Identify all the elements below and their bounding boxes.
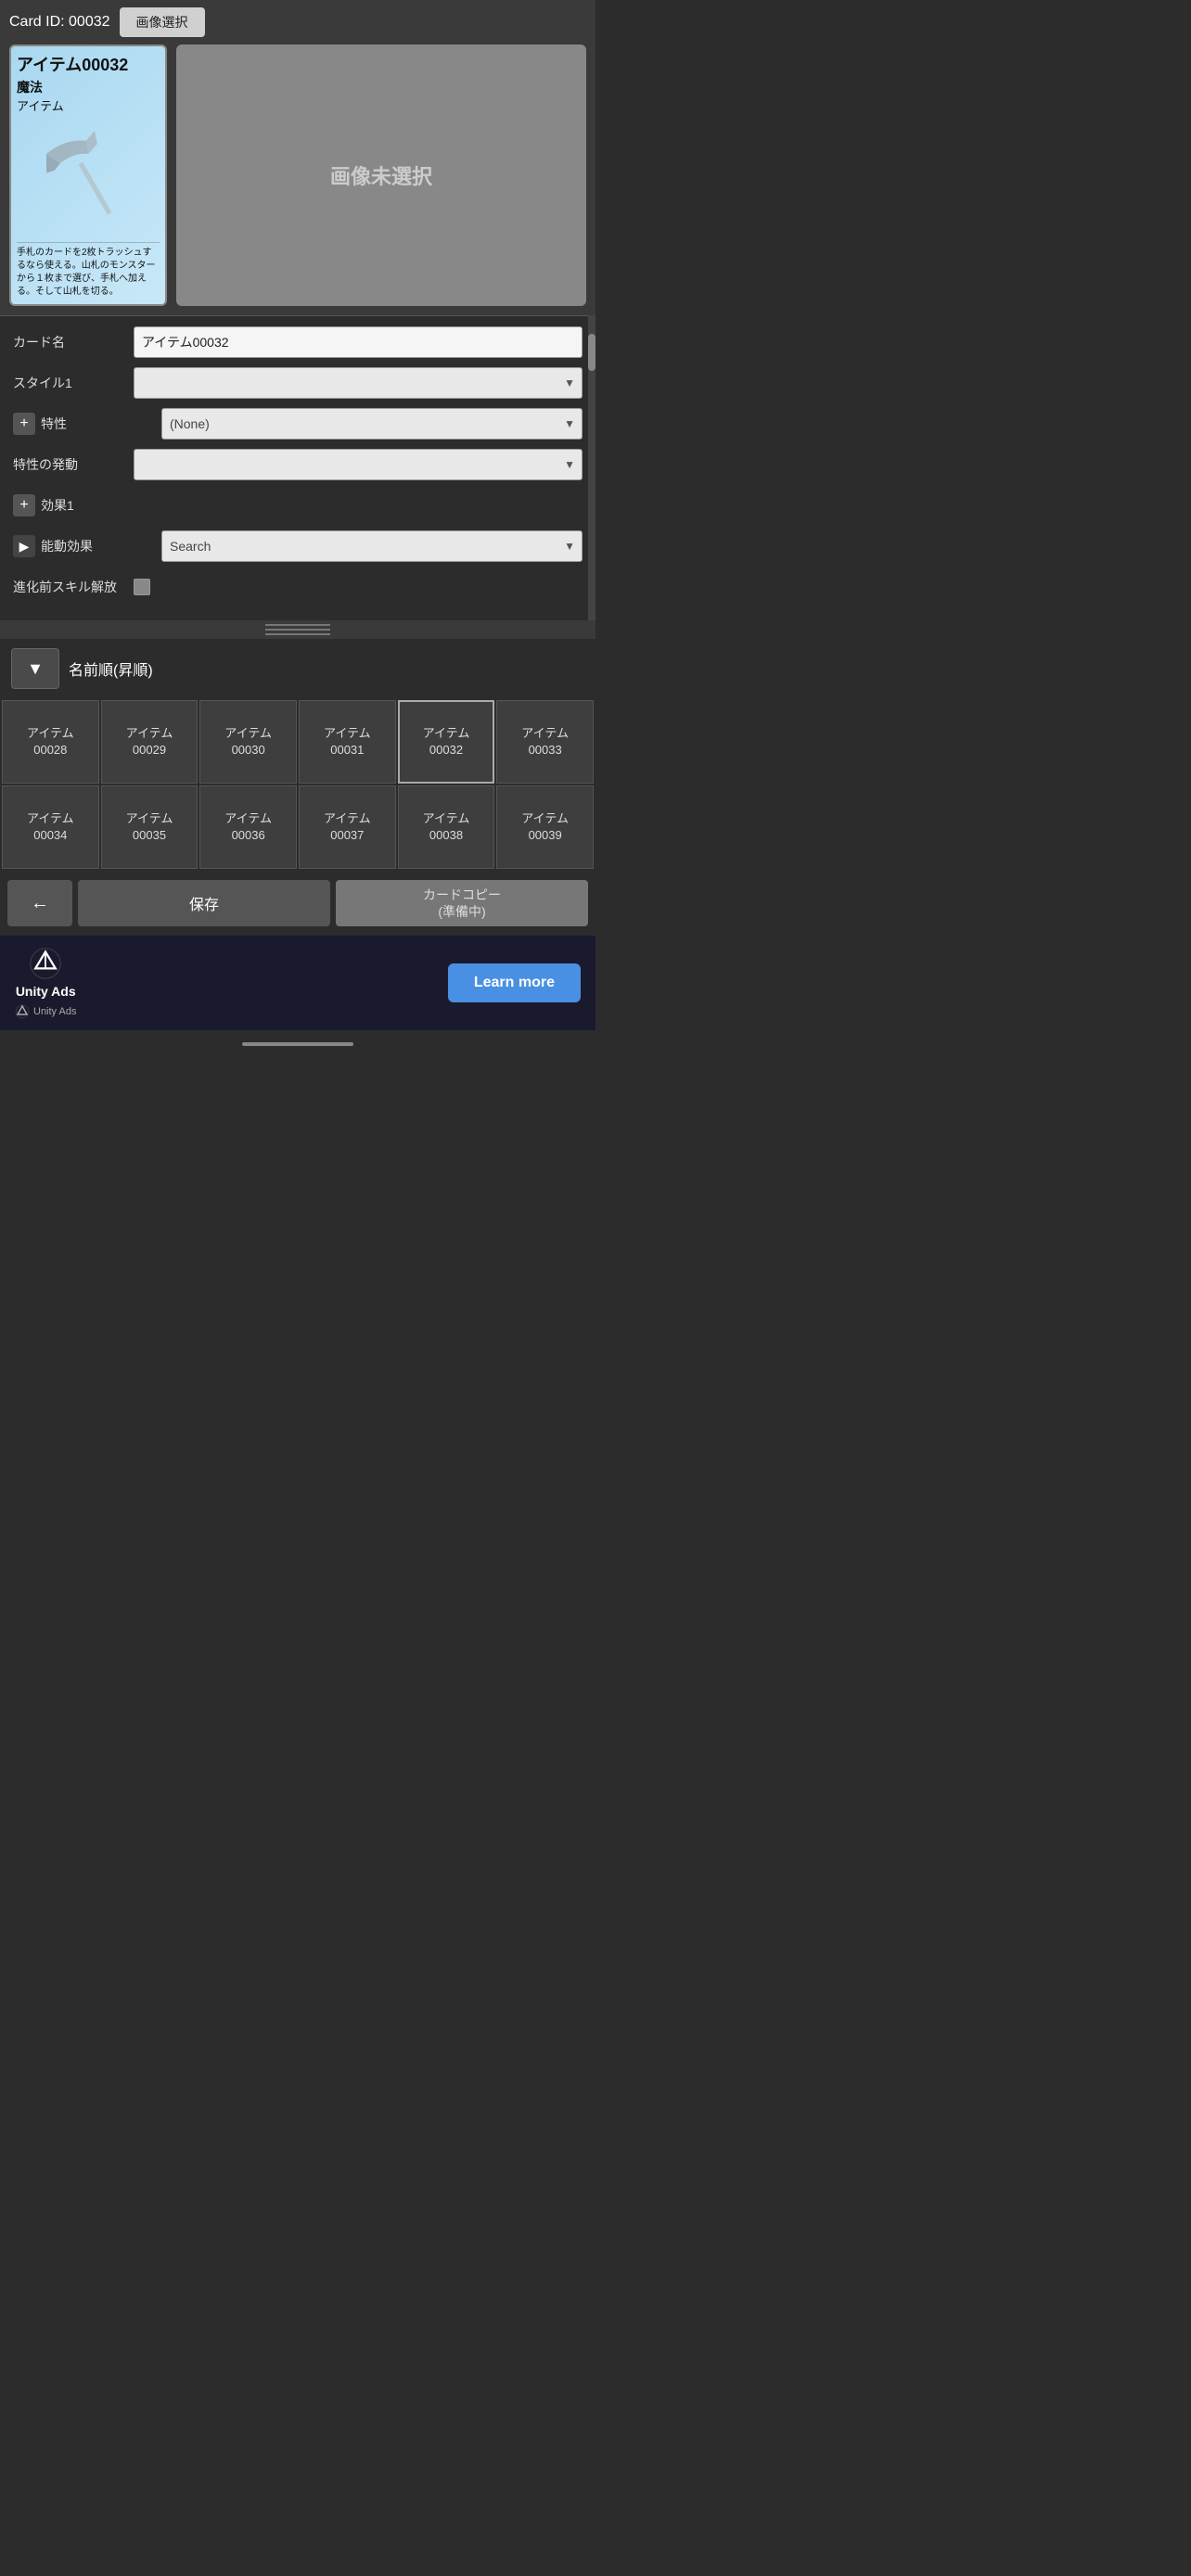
list-item[interactable]: アイテム00039 [496,785,594,869]
form-section-wrapper: カード名 スタイル1 ▼ + 特性 (None) ▼ [0,315,596,620]
form-row-active-effect: ▶ 能動効果 Search ▼ [13,529,583,563]
style1-label: スタイル1 [13,374,134,392]
card-name-label: カード名 [13,333,134,351]
list-item[interactable]: アイテム00035 [101,785,198,869]
card-id-row: Card ID: 00032 画像選択 [9,7,586,37]
form-section: カード名 スタイル1 ▼ + 特性 (None) ▼ [0,315,596,620]
evolution-checkbox-area [134,579,583,595]
bottom-buttons: ← 保存 カードコピー(準備中) [0,871,596,936]
active-effect-select-wrapper: Search ▼ [161,530,583,562]
card-copy-button[interactable]: カードコピー(準備中) [336,880,588,926]
form-row-effect1: + 効果1 [13,489,583,522]
learn-more-button[interactable]: Learn more [448,963,581,1002]
divider-line-3 [265,633,330,635]
list-item[interactable]: アイテム00028 [2,700,99,784]
trait-trigger-select[interactable] [134,449,583,480]
form-scrollbar[interactable] [588,315,596,620]
unity-logo-icon [29,947,62,980]
list-item[interactable]: アイテム00031 [299,700,396,784]
form-row-evolution: 進化前スキル解放 [13,570,583,604]
scrollbar-thumb [588,334,596,371]
unity-ads-small-text: Unity Ads [33,1006,76,1017]
trait-select-wrapper: (None) ▼ [161,408,583,440]
evolution-label: 進化前スキル解放 [13,578,134,596]
list-item[interactable]: アイテム00038 [398,785,495,869]
back-arrow-icon: ← [31,893,49,914]
style1-select-wrapper: ▼ [134,367,583,399]
trait-trigger-select-wrapper: ▼ [134,449,583,480]
trait-label: 特性 [41,414,161,433]
card-id-label: Card ID: 00032 [9,14,110,31]
save-button[interactable]: 保存 [78,880,330,926]
effect1-label: 効果1 [41,496,161,515]
no-image-text: 画像未選択 [330,160,432,190]
form-row-card-name: カード名 [13,325,583,359]
sort-label: 名前順(昇順) [69,657,153,680]
card-grid: アイテム00028 アイテム00029 アイテム00030 アイテム00031 … [0,698,596,871]
active-effect-play-button[interactable]: ▶ [13,535,35,557]
trait-select[interactable]: (None) [161,408,583,440]
trait-trigger-label: 特性の発動 [13,455,134,474]
evolution-checkbox[interactable] [134,579,150,595]
list-item[interactable]: アイテム00034 [2,785,99,869]
back-button[interactable]: ← [7,880,72,926]
form-row-trait: + 特性 (None) ▼ [13,407,583,440]
card-title: アイテム00032 [17,52,160,76]
list-item[interactable]: アイテム00037 [299,785,396,869]
effect1-add-button[interactable]: + [13,494,35,516]
card-preview-right: 画像未選択 [176,45,586,306]
form-row-style1: スタイル1 ▼ [13,366,583,400]
trait-add-button[interactable]: + [13,413,35,435]
divider-lines [265,624,330,635]
ads-banner: Unity Ads Unity Ads Learn more [0,936,596,1030]
pickaxe-icon [46,127,130,229]
unity-small-icon [15,1004,30,1019]
card-subtype: アイテム [17,96,160,114]
home-bar [242,1042,353,1046]
card-image-area [17,118,160,238]
style1-select[interactable] [134,367,583,399]
form-row-trait-trigger: 特性の発動 ▼ [13,448,583,481]
card-previews: アイテム00032 魔法 アイテム 手札のカードを2枚トラッシュするなら使える。… [9,45,586,306]
card-preview-left: アイテム00032 魔法 アイテム 手札のカードを2枚トラッシュするなら使える。… [9,45,167,306]
card-description: 手札のカードを2枚トラッシュするなら使える。山札のモンスターから１枚まで選び、手… [17,242,160,299]
card-copy-label: カードコピー(準備中) [423,887,501,919]
divider-line-2 [265,629,330,631]
sort-row: ▼ 名前順(昇順) [0,639,596,698]
list-item[interactable]: アイテム00036 [199,785,297,869]
home-indicator [0,1030,596,1058]
sort-dropdown-button[interactable]: ▼ [11,648,59,689]
unity-logo-area: Unity Ads Unity Ads [15,947,76,1019]
image-select-button[interactable]: 画像選択 [120,7,205,37]
top-section: Card ID: 00032 画像選択 アイテム00032 魔法 アイテム [0,0,596,315]
list-item[interactable]: アイテム00032 [398,700,495,784]
unity-ads-label: Unity Ads [16,984,76,999]
card-type: 魔法 [17,78,160,96]
active-effect-select[interactable]: Search [161,530,583,562]
divider-bar [0,620,596,639]
divider-line-1 [265,624,330,626]
sort-dropdown-arrow-icon: ▼ [27,659,44,679]
active-effect-label: 能動効果 [41,537,161,555]
list-item[interactable]: アイテム00029 [101,700,198,784]
card-name-input[interactable] [134,326,583,358]
unity-small-logo: Unity Ads [15,1004,76,1019]
list-item[interactable]: アイテム00033 [496,700,594,784]
list-item[interactable]: アイテム00030 [199,700,297,784]
